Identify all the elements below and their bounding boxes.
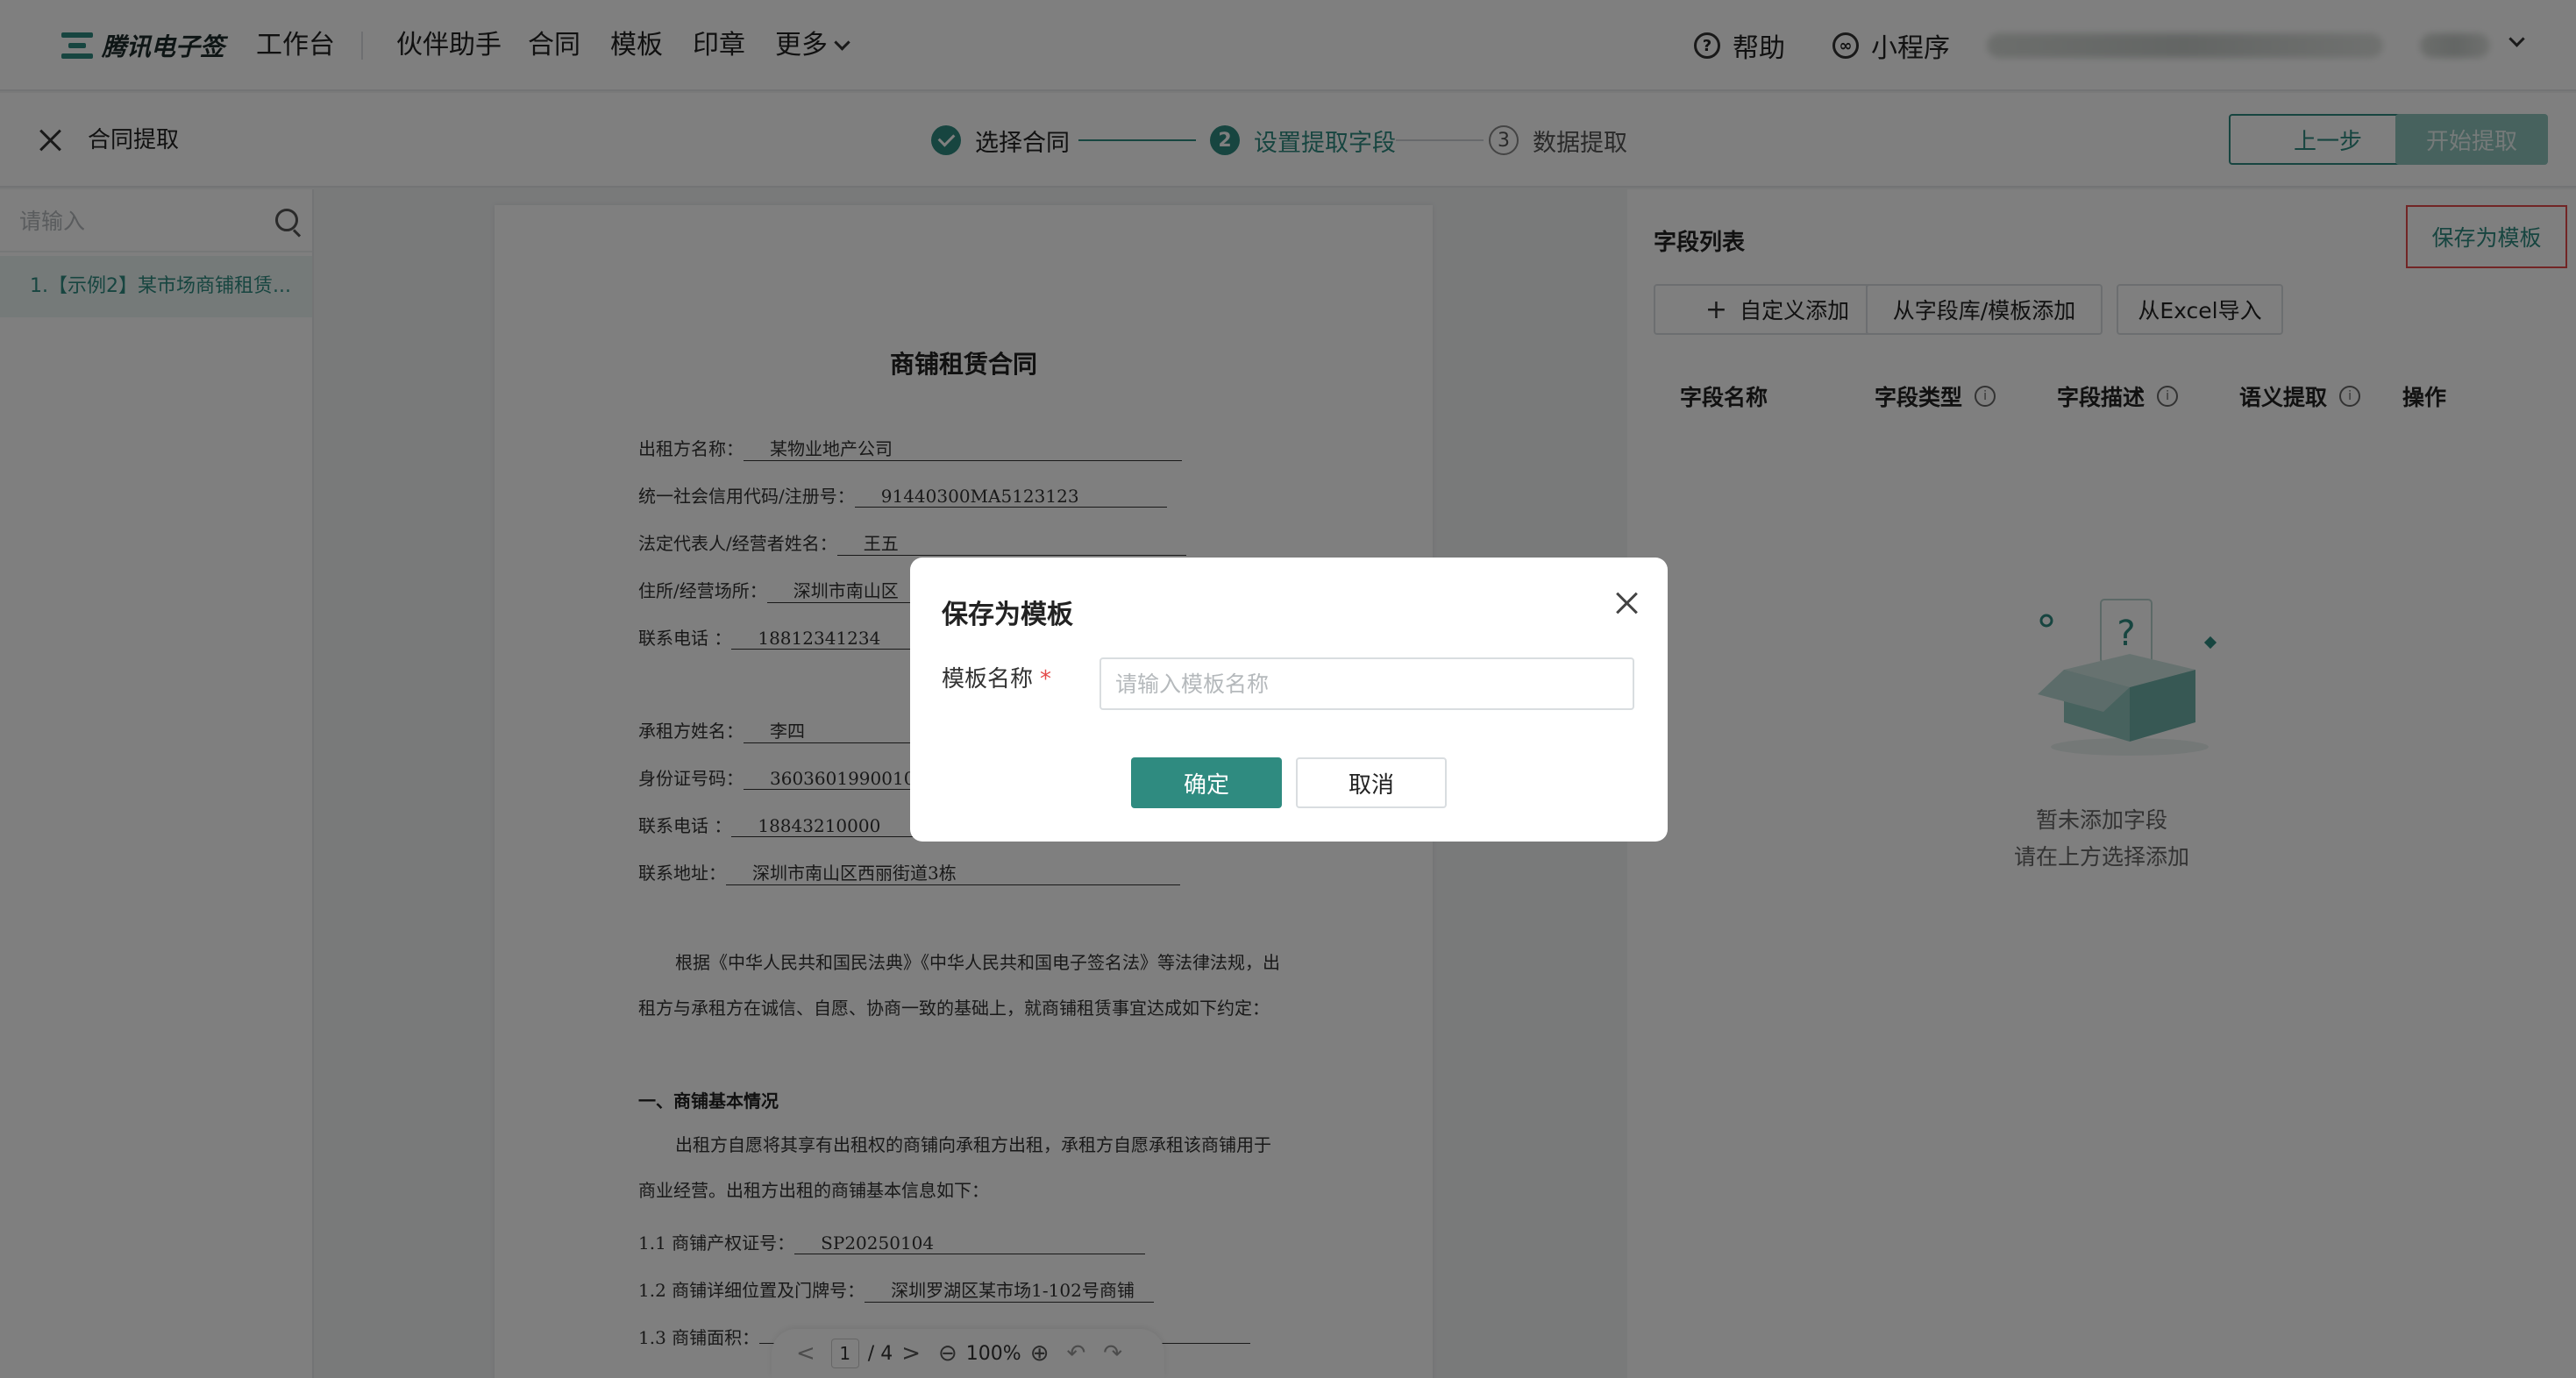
close-icon[interactable] <box>1612 587 1643 619</box>
save-template-dialog: 保存为模板 模板名称* 确定 取消 <box>910 558 1668 842</box>
required-mark: * <box>1040 666 1052 693</box>
cancel-button[interactable]: 取消 <box>1296 757 1447 808</box>
confirm-button[interactable]: 确定 <box>1131 757 1282 808</box>
template-name-input[interactable] <box>1099 657 1634 710</box>
dialog-title: 保存为模板 <box>942 600 1073 630</box>
template-name-label: 模板名称 * <box>942 666 1052 693</box>
